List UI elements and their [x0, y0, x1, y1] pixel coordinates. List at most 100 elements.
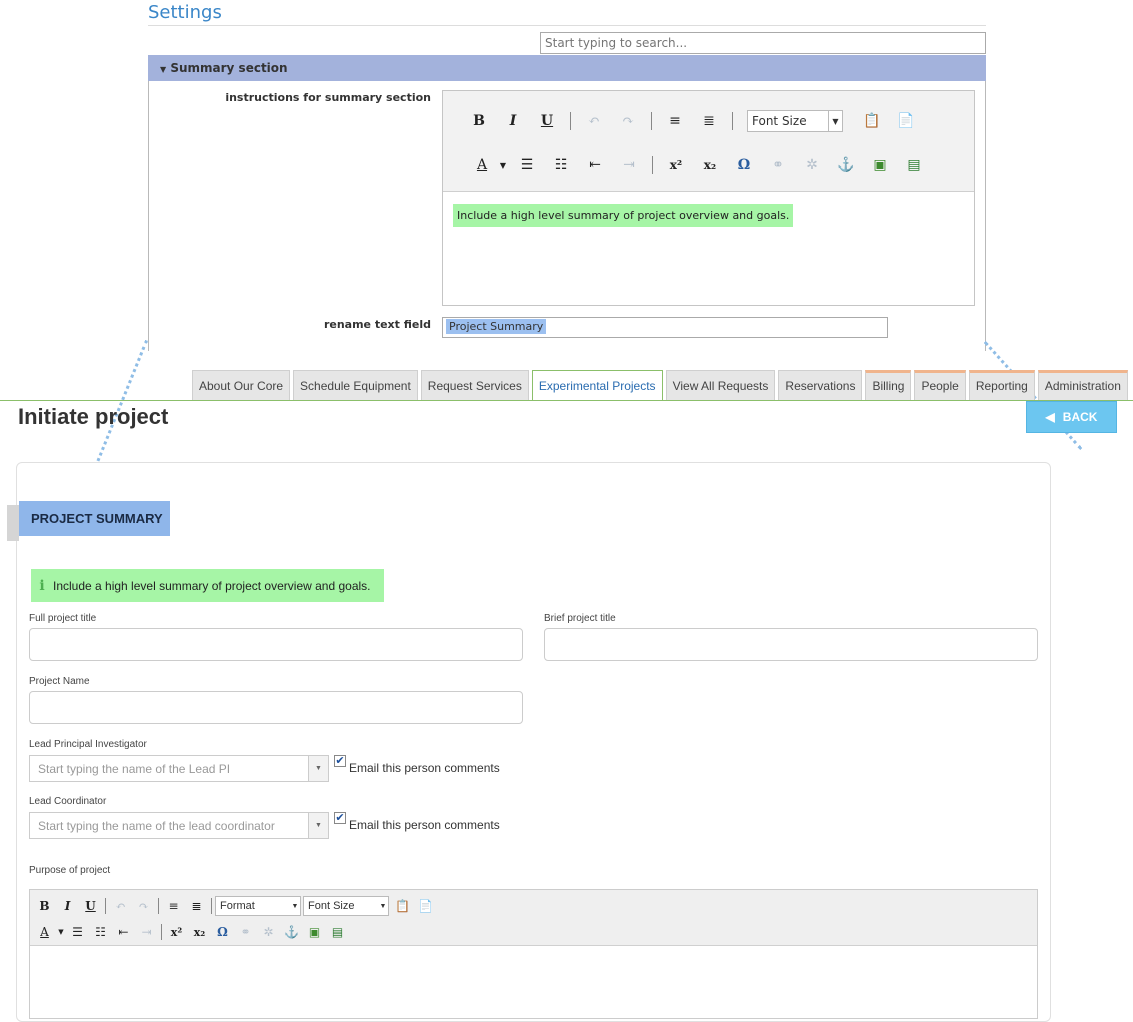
tab-reporting[interactable]: Reporting [968, 370, 1035, 400]
unlink-icon[interactable]: ✲ [257, 921, 280, 943]
font-size-value: Font Size [308, 900, 355, 912]
text-color-icon[interactable]: A [468, 152, 496, 178]
underline-icon[interactable]: U [79, 895, 102, 917]
redo-icon[interactable]: ↷ [611, 108, 645, 134]
instructions-editor[interactable]: B I U ↶ ↷ ≡ ≣ Font Size ▼ 📋 📄 A ▼ ☰ ☷ ⇤ … [442, 90, 975, 306]
paste-word-icon[interactable]: 📄 [414, 895, 437, 917]
toolbar-separator [570, 112, 571, 130]
tab-view-all-requests[interactable]: View All Requests [665, 370, 776, 400]
tab-about-our-core[interactable]: About Our Core [192, 370, 291, 400]
subscript-icon[interactable]: x₂ [693, 152, 727, 178]
align-left-icon[interactable]: ≡ [658, 108, 692, 134]
bold-icon[interactable]: B [33, 895, 56, 917]
project-name-input[interactable] [29, 691, 523, 724]
tab-administration[interactable]: Administration [1037, 370, 1128, 400]
subscript-icon[interactable]: x₂ [188, 921, 211, 943]
project-summary-ribbon: PROJECT SUMMARY [19, 501, 170, 536]
tab-billing[interactable]: Billing [865, 370, 912, 400]
toolbar-separator [651, 112, 652, 130]
tab-schedule-equipment[interactable]: Schedule Equipment [293, 370, 418, 400]
redo-icon[interactable]: ↷ [132, 895, 155, 917]
rename-text-field[interactable]: Project Summary [442, 317, 888, 338]
brief-title-label: Brief project title [544, 613, 616, 624]
underline-icon[interactable]: U [530, 108, 564, 134]
toolbar-separator [161, 924, 162, 940]
toolbar-separator [158, 898, 159, 914]
page-title: Initiate project [18, 404, 169, 429]
italic-icon[interactable]: I [56, 895, 79, 917]
superscript-icon[interactable]: x² [165, 921, 188, 943]
toolbar-separator [732, 112, 733, 130]
media-icon[interactable]: ▤ [897, 152, 931, 178]
superscript-icon[interactable]: x² [659, 152, 693, 178]
indent-icon[interactable]: ⇥ [612, 152, 646, 178]
bullet-list-icon[interactable]: ☰ [510, 152, 544, 178]
outdent-icon[interactable]: ⇤ [112, 921, 135, 943]
text-color-dropdown-icon[interactable]: ▼ [496, 152, 510, 178]
paste-word-icon[interactable]: 📄 [889, 108, 923, 134]
omega-icon[interactable]: Ω [211, 921, 234, 943]
lead-coordinator-email-checkbox[interactable]: ✔ [334, 812, 346, 824]
chevron-down-icon: ▼ [291, 902, 299, 910]
tab-reservations[interactable]: Reservations [778, 370, 863, 400]
image-icon[interactable]: ▣ [863, 152, 897, 178]
indent-icon[interactable]: ⇥ [135, 921, 158, 943]
chevron-down-icon[interactable]: ▼ [308, 813, 328, 838]
anchor-icon[interactable]: ⚓ [280, 921, 303, 943]
bold-icon[interactable]: B [462, 108, 496, 134]
align-left-icon[interactable]: ≡ [162, 895, 185, 917]
outdent-icon[interactable]: ⇤ [578, 152, 612, 178]
anchor-icon[interactable]: ⚓ [829, 152, 863, 178]
unlink-icon[interactable]: ✲ [795, 152, 829, 178]
lead-pi-combobox[interactable]: Start typing the name of the Lead PI ▼ [29, 755, 329, 782]
text-color-icon[interactable]: A [33, 921, 56, 943]
purpose-label: Purpose of project [29, 865, 111, 876]
font-size-select[interactable]: Font Size ▼ [747, 110, 843, 132]
numbered-list-icon[interactable]: ☷ [544, 152, 578, 178]
rename-value: Project Summary [446, 319, 547, 334]
lead-pi-email-checkbox[interactable]: ✔ [334, 755, 346, 767]
full-title-input[interactable] [29, 628, 523, 661]
font-size-select[interactable]: Font Size ▼ [303, 896, 389, 916]
paste-text-icon[interactable]: 📋 [391, 895, 414, 917]
bullet-list-icon[interactable]: ☰ [66, 921, 89, 943]
tab-request-services[interactable]: Request Services [420, 370, 529, 400]
chevron-down-icon: ▼ [828, 111, 842, 131]
settings-divider [148, 25, 986, 26]
numbered-list-icon[interactable]: ☷ [89, 921, 112, 943]
undo-icon[interactable]: ↶ [577, 108, 611, 134]
summary-section-header[interactable]: ▼ Summary section [148, 55, 986, 81]
rename-label: rename text field [323, 318, 431, 331]
align-center-icon[interactable]: ≣ [692, 108, 726, 134]
format-select[interactable]: Format ▼ [215, 896, 301, 916]
italic-icon[interactable]: I [496, 108, 530, 134]
toolbar-separator [652, 156, 653, 174]
instructions-editor-body[interactable]: Include a high level summary of project … [443, 192, 974, 305]
chevron-down-icon: ▼ [379, 902, 387, 910]
purpose-editor-body[interactable] [30, 946, 1037, 1018]
project-name-label: Project Name [29, 676, 90, 687]
tab-experimental-projects[interactable]: Experimental Projects [531, 370, 663, 400]
text-color-dropdown-icon[interactable]: ▼ [56, 921, 66, 943]
paste-text-icon[interactable]: 📋 [855, 108, 889, 134]
settings-search-input[interactable] [540, 32, 986, 54]
font-size-value: Font Size [752, 114, 807, 128]
link-icon[interactable]: ⚭ [761, 152, 795, 178]
purpose-editor[interactable]: B I U ↶ ↷ ≡ ≣ Format ▼ Font Size ▼ 📋 📄 A… [29, 889, 1038, 1019]
purpose-editor-toolbar: B I U ↶ ↷ ≡ ≣ Format ▼ Font Size ▼ 📋 📄 A… [30, 890, 1037, 946]
lead-coordinator-placeholder: Start typing the name of the lead coordi… [38, 818, 275, 833]
chevron-down-icon[interactable]: ▼ [308, 756, 328, 781]
instructions-editor-toolbar: B I U ↶ ↷ ≡ ≣ Font Size ▼ 📋 📄 A ▼ ☰ ☷ ⇤ … [443, 91, 974, 192]
back-button[interactable]: ◀ BACK [1026, 401, 1117, 433]
image-icon[interactable]: ▣ [303, 921, 326, 943]
lead-pi-email-label: Email this person comments [349, 761, 500, 775]
media-icon[interactable]: ▤ [326, 921, 349, 943]
brief-title-input[interactable] [544, 628, 1038, 661]
undo-icon[interactable]: ↶ [109, 895, 132, 917]
full-title-label: Full project title [29, 613, 97, 624]
lead-coordinator-combobox[interactable]: Start typing the name of the lead coordi… [29, 812, 329, 839]
align-center-icon[interactable]: ≣ [185, 895, 208, 917]
tab-people[interactable]: People [914, 370, 966, 400]
omega-icon[interactable]: Ω [727, 152, 761, 178]
link-icon[interactable]: ⚭ [234, 921, 257, 943]
